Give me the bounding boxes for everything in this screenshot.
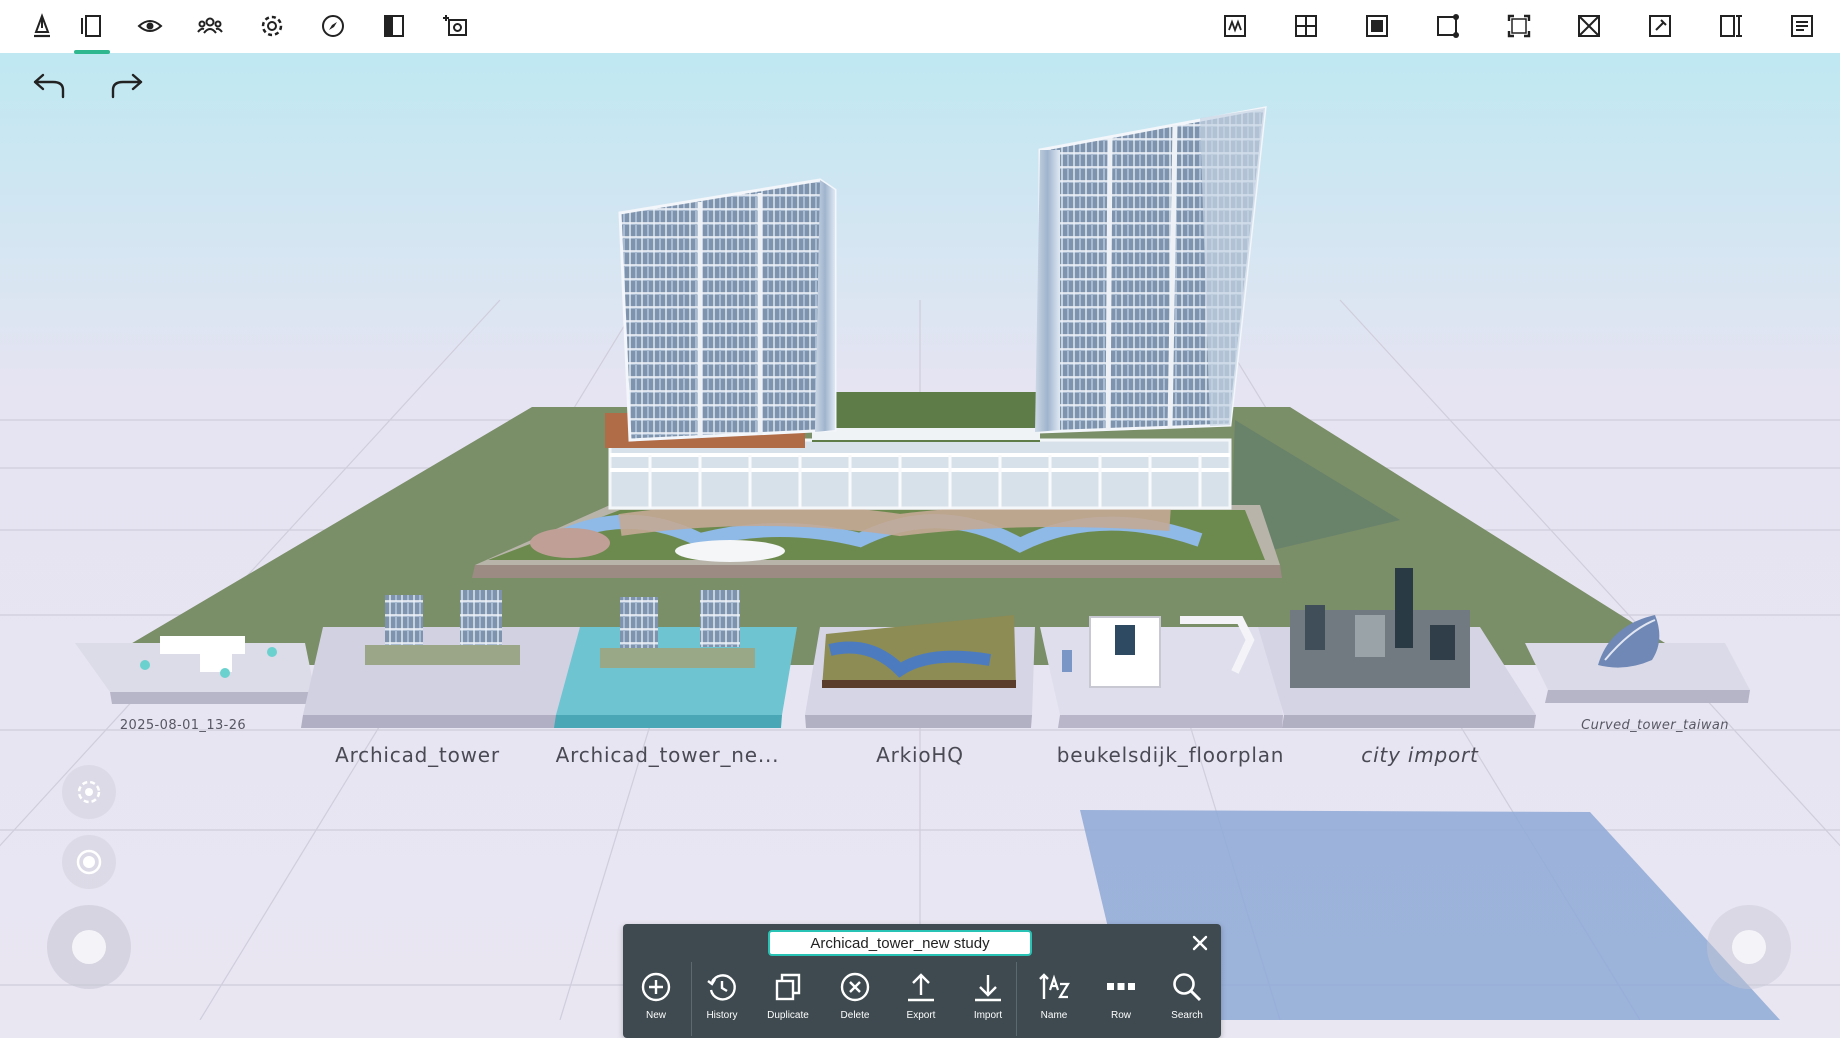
scene-canvas[interactable] xyxy=(0,53,1840,1020)
left-tower xyxy=(618,178,837,442)
project-label[interactable]: Curved_tower_taiwan xyxy=(1565,718,1745,733)
button-label: Row xyxy=(1110,1010,1131,1021)
projects-panel-icon[interactable] xyxy=(74,8,110,44)
orbit-rotate-icon[interactable] xyxy=(62,765,116,819)
project-name-input[interactable] xyxy=(768,930,1032,956)
settings-gear-icon[interactable] xyxy=(254,8,290,44)
button-label: Duplicate xyxy=(767,1010,809,1021)
export-arrow-icon xyxy=(908,973,934,1002)
project-label-selected[interactable]: Archicad_tower_ne... xyxy=(555,743,780,767)
button-label: Delete xyxy=(840,1010,870,1021)
button-label: Name xyxy=(1040,1010,1068,1021)
button-label: Export xyxy=(906,1010,936,1021)
compass-icon[interactable] xyxy=(315,8,351,44)
project-tile[interactable] xyxy=(1040,616,1283,728)
button-label: History xyxy=(706,1010,738,1021)
project-tile[interactable] xyxy=(75,636,315,704)
solid-square-icon[interactable] xyxy=(1359,8,1395,44)
file-panel: New History Duplicate Delete Export Impo… xyxy=(623,924,1221,1038)
export-button[interactable]: Export xyxy=(889,962,953,1034)
history-button[interactable]: History xyxy=(690,962,754,1034)
search-button[interactable]: Search xyxy=(1155,962,1219,1034)
import-button[interactable]: Import xyxy=(956,962,1020,1034)
delete-button[interactable]: Delete xyxy=(823,962,887,1034)
project-tile[interactable] xyxy=(805,615,1035,728)
sketch-texture-icon[interactable] xyxy=(1217,8,1253,44)
project-label[interactable]: beukelsdijk_floorplan xyxy=(1048,743,1293,767)
duplicate-button[interactable]: Duplicate xyxy=(756,962,820,1034)
camera-add-icon[interactable] xyxy=(437,8,473,44)
grid-plane-icon[interactable] xyxy=(1288,8,1324,44)
split-view-icon[interactable] xyxy=(1713,8,1749,44)
section-plane-icon[interactable] xyxy=(376,8,412,44)
pin-square-icon[interactable] xyxy=(1642,8,1678,44)
delete-circle-icon xyxy=(840,972,870,1002)
eye-icon[interactable] xyxy=(132,8,168,44)
top-toolbar xyxy=(0,0,1840,54)
close-icon[interactable] xyxy=(1187,930,1213,956)
search-icon xyxy=(1173,973,1202,1002)
notes-list-icon[interactable] xyxy=(1784,8,1820,44)
button-label: Import xyxy=(973,1010,1003,1021)
focus-target-icon[interactable] xyxy=(62,835,116,889)
history-clock-icon xyxy=(707,974,736,1001)
redo-arrow-icon[interactable] xyxy=(104,68,152,104)
plus-circle-icon xyxy=(641,972,671,1002)
active-tab-indicator xyxy=(74,50,110,54)
pencil-ruler-icon[interactable] xyxy=(24,8,60,44)
move-joystick[interactable] xyxy=(47,905,131,989)
fit-view-icon[interactable] xyxy=(1501,8,1537,44)
project-label[interactable]: ArkioHQ xyxy=(820,743,1020,767)
project-label[interactable]: Archicad_tower xyxy=(320,743,515,767)
button-label: Search xyxy=(1171,1010,1203,1021)
sort-name-button[interactable]: Name xyxy=(1022,962,1086,1034)
divider xyxy=(1016,962,1017,1036)
project-label[interactable]: city import xyxy=(1320,743,1520,767)
import-arrow-icon xyxy=(975,975,1001,1002)
row-layout-button[interactable]: Row xyxy=(1089,962,1153,1034)
duplicate-icon xyxy=(775,973,801,1001)
undo-arrow-icon[interactable] xyxy=(24,68,72,104)
collaborators-icon[interactable] xyxy=(192,8,228,44)
look-joystick[interactable] xyxy=(1707,905,1791,989)
cross-square-icon[interactable] xyxy=(1571,8,1607,44)
resize-corner-icon[interactable] xyxy=(1430,8,1466,44)
new-button[interactable]: New xyxy=(624,962,688,1034)
3d-viewport[interactable]: 2025-08-01_13-26 Archicad_tower Archicad… xyxy=(0,53,1840,1038)
project-label[interactable]: 2025-08-01_13-26 xyxy=(108,718,258,733)
row-dots-icon xyxy=(1107,983,1135,990)
button-label: New xyxy=(645,1010,666,1021)
sort-name-az-icon xyxy=(1039,973,1070,999)
